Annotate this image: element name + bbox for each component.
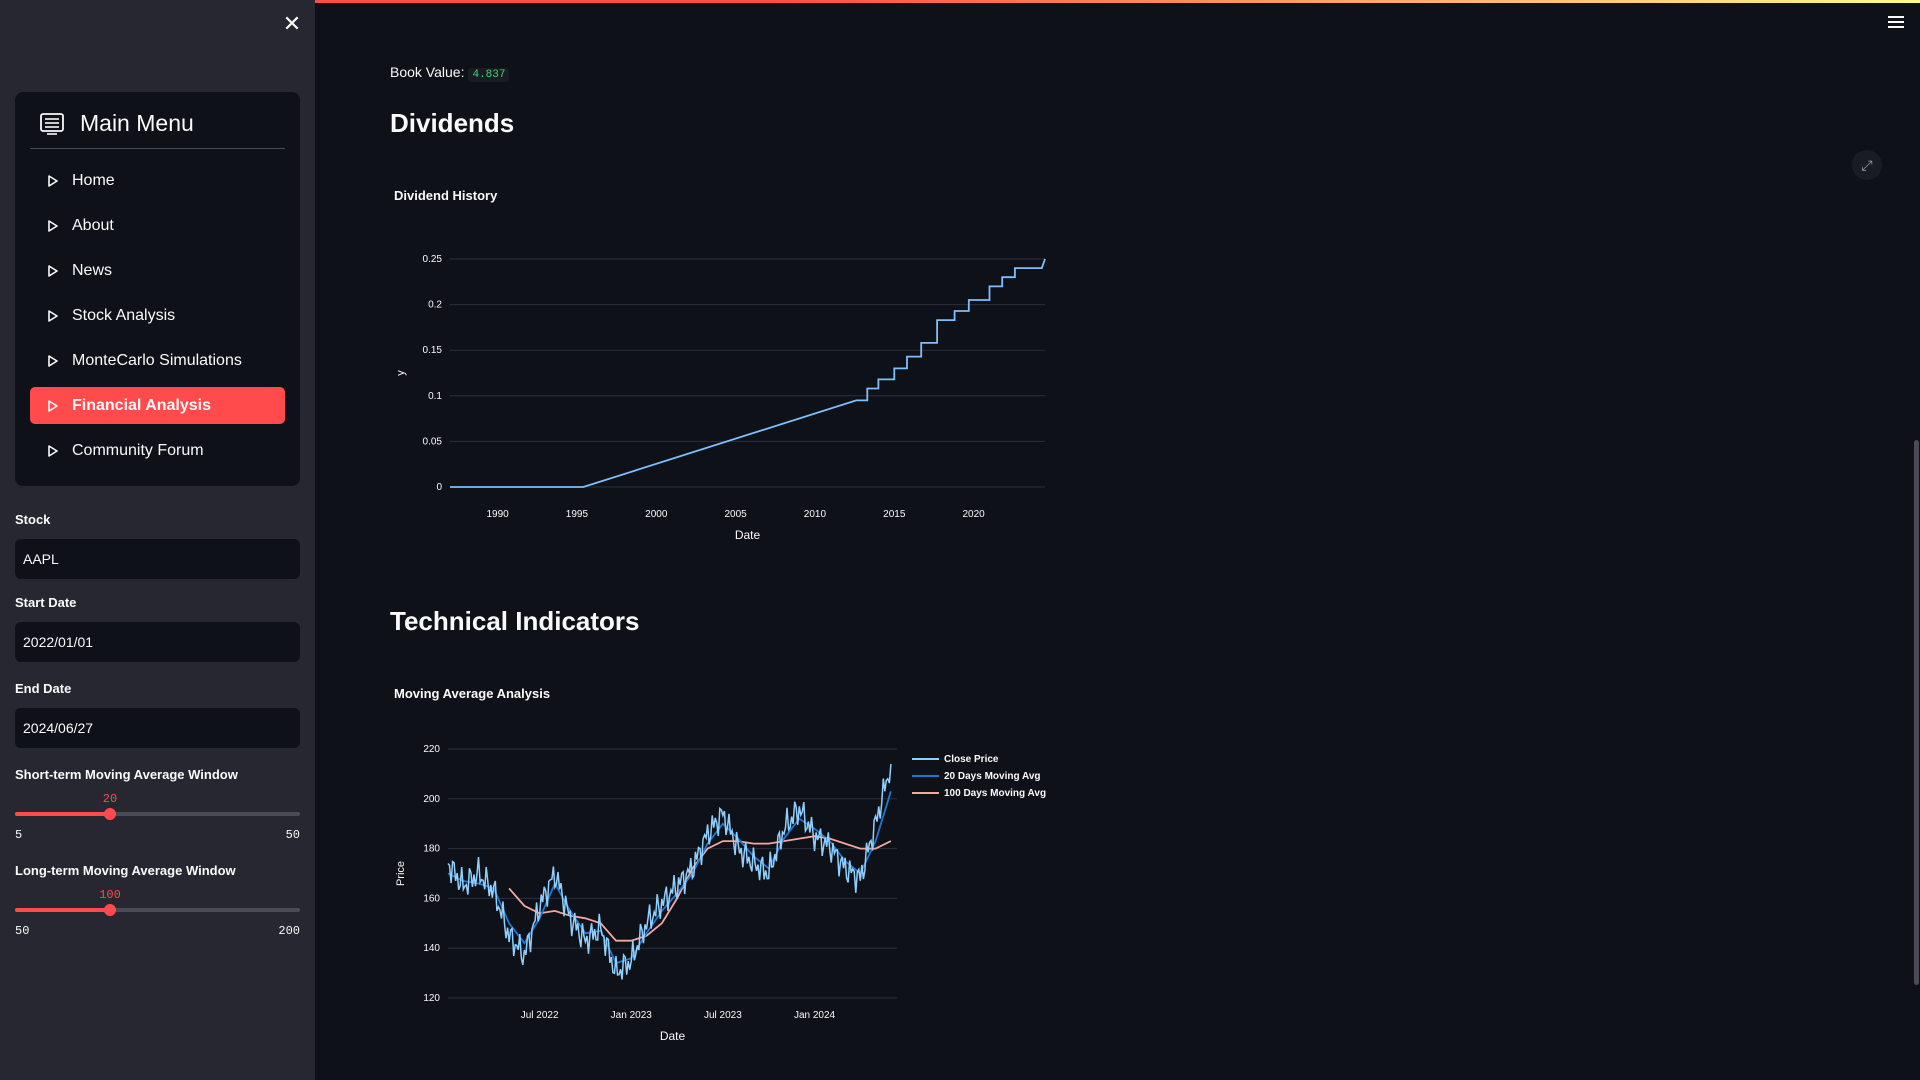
x-tick-label: 2015 — [883, 509, 906, 520]
x-tick-label: 2000 — [645, 509, 668, 520]
y-tick-label: 0 — [436, 482, 442, 493]
menu-item-label: Home — [72, 171, 115, 189]
play-outline-icon — [48, 354, 58, 367]
y-tick-label: 120 — [423, 993, 440, 1004]
x-tick-label: Jan 2024 — [794, 1010, 836, 1021]
x-tick-label: Jul 2023 — [704, 1010, 742, 1021]
long-window-slider[interactable]: 100 50 200 — [15, 888, 300, 938]
play-outline-icon — [48, 309, 58, 322]
menu-item-stock-analysis[interactable]: Stock Analysis — [30, 297, 285, 334]
slider-min: 5 — [15, 828, 23, 842]
long-window-label: Long-term Moving Average Window — [15, 863, 236, 878]
legend-label: Close Price — [944, 754, 999, 765]
slider-value: 100 — [99, 888, 121, 902]
fullscreen-expand-icon[interactable]: ⤢ — [1852, 150, 1882, 180]
x-tick-label: 1995 — [566, 509, 589, 520]
technical-indicators-heading: Technical Indicators — [390, 606, 640, 636]
y-tick-label: 0.25 — [423, 254, 443, 265]
short-window-label: Short-term Moving Average Window — [15, 767, 238, 782]
series-line-close-price — [447, 763, 892, 980]
book-value-row: Book Value: 4.837 — [390, 64, 510, 82]
legend-label: 100 Days Moving Avg — [944, 788, 1046, 799]
menu-item-financial-analysis[interactable]: Financial Analysis — [30, 387, 285, 424]
x-tick-label: Jan 2023 — [611, 1010, 653, 1021]
slider-value: 20 — [102, 792, 118, 806]
slider-min: 50 — [15, 924, 30, 938]
stock-input[interactable]: AAPL — [15, 539, 300, 579]
x-tick-label: 2020 — [962, 509, 985, 520]
end-date-label: End Date — [15, 681, 72, 696]
x-axis-label: Date — [660, 1029, 686, 1043]
start-date-label: Start Date — [15, 595, 77, 610]
y-axis-label: Price — [395, 861, 407, 886]
y-tick-label: 160 — [423, 893, 440, 904]
x-tick-label: 1990 — [486, 509, 509, 520]
x-tick-label: 2010 — [804, 509, 827, 520]
menu-item-about[interactable]: About — [30, 207, 285, 244]
menu-items: Home About News Stock Analysis MonteCarlo Si… — [30, 162, 285, 477]
y-tick-label: 0.2 — [428, 300, 442, 311]
menu-list-icon — [40, 112, 64, 135]
slider-fill — [15, 908, 110, 912]
short-window-slider[interactable]: 20 5 50 — [15, 792, 300, 842]
start-date-input[interactable]: 2022/01/01 — [15, 622, 300, 662]
play-outline-icon — [48, 174, 58, 187]
y-tick-label: 180 — [423, 844, 440, 855]
end-date-input[interactable]: 2024/06/27 — [15, 708, 300, 748]
x-tick-label: 2005 — [724, 509, 747, 520]
y-tick-label: 0.1 — [428, 391, 442, 402]
play-outline-icon — [48, 219, 58, 232]
play-outline-icon — [48, 444, 58, 457]
menu-header: Main Menu — [39, 110, 194, 137]
main-menu: Main Menu Home About News Stock Analysis Mon… — [15, 92, 300, 486]
slider-thumb[interactable] — [104, 904, 116, 916]
menu-item-label: Community Forum — [72, 441, 204, 459]
y-tick-label: 200 — [423, 794, 440, 805]
menu-item-label: About — [72, 216, 114, 234]
menu-title: Main Menu — [80, 110, 194, 136]
slider-max: 200 — [278, 924, 300, 938]
book-value: 4.837 — [468, 68, 510, 82]
close-sidebar-icon[interactable]: ✕ — [282, 13, 302, 35]
stock-label: Stock — [15, 512, 51, 527]
y-tick-label: 0.05 — [423, 436, 443, 447]
menu-item-home[interactable]: Home — [30, 162, 285, 199]
menu-item-news[interactable]: News — [30, 252, 285, 289]
menu-item-label: News — [72, 261, 113, 279]
y-tick-label: 0.15 — [423, 345, 443, 356]
menu-divider — [30, 148, 285, 149]
chart-title: Moving Average Analysis — [394, 686, 550, 701]
dividends-heading: Dividends — [390, 108, 515, 138]
y-tick-label: 140 — [423, 943, 440, 954]
sidebar: ✕ Main Menu Home About News Stock Analysis M… — [0, 0, 315, 1080]
menu-item-label: Stock Analysis — [72, 306, 176, 324]
menu-item-label: Financial Analysis — [72, 396, 212, 414]
x-tick-label: Jul 2022 — [521, 1010, 559, 1021]
moving-average-chart: Moving Average Analysis 120 140 160 180 200 22… — [394, 686, 1046, 1043]
scrollbar[interactable] — [1914, 440, 1919, 985]
play-outline-icon — [48, 264, 58, 277]
chart-title: Dividend History — [394, 188, 498, 203]
menu-item-label: MonteCarlo Simulations — [72, 351, 242, 369]
legend-label: 20 Days Moving Avg — [944, 771, 1041, 782]
hamburger-menu-icon[interactable] — [1888, 16, 1904, 30]
x-axis-label: Date — [735, 528, 761, 542]
book-value-label: Book Value: — [390, 64, 465, 80]
series-line-20-days-moving-avg — [447, 791, 892, 965]
dividend-history-chart: Dividend History 0 0.05 0.1 0.15 0.2 0.25 1990 1… — [394, 188, 1046, 542]
slider-fill — [15, 812, 110, 816]
menu-item-community-forum[interactable]: Community Forum — [30, 432, 285, 469]
menu-item-montecarlo-simulations[interactable]: MonteCarlo Simulations — [30, 342, 285, 379]
play-outline-icon — [48, 399, 58, 412]
y-tick-label: 220 — [423, 744, 440, 755]
slider-max: 50 — [285, 828, 300, 842]
dividend-series-line — [450, 258, 1046, 488]
y-axis-label: y — [395, 370, 407, 376]
slider-thumb[interactable] — [104, 808, 116, 820]
